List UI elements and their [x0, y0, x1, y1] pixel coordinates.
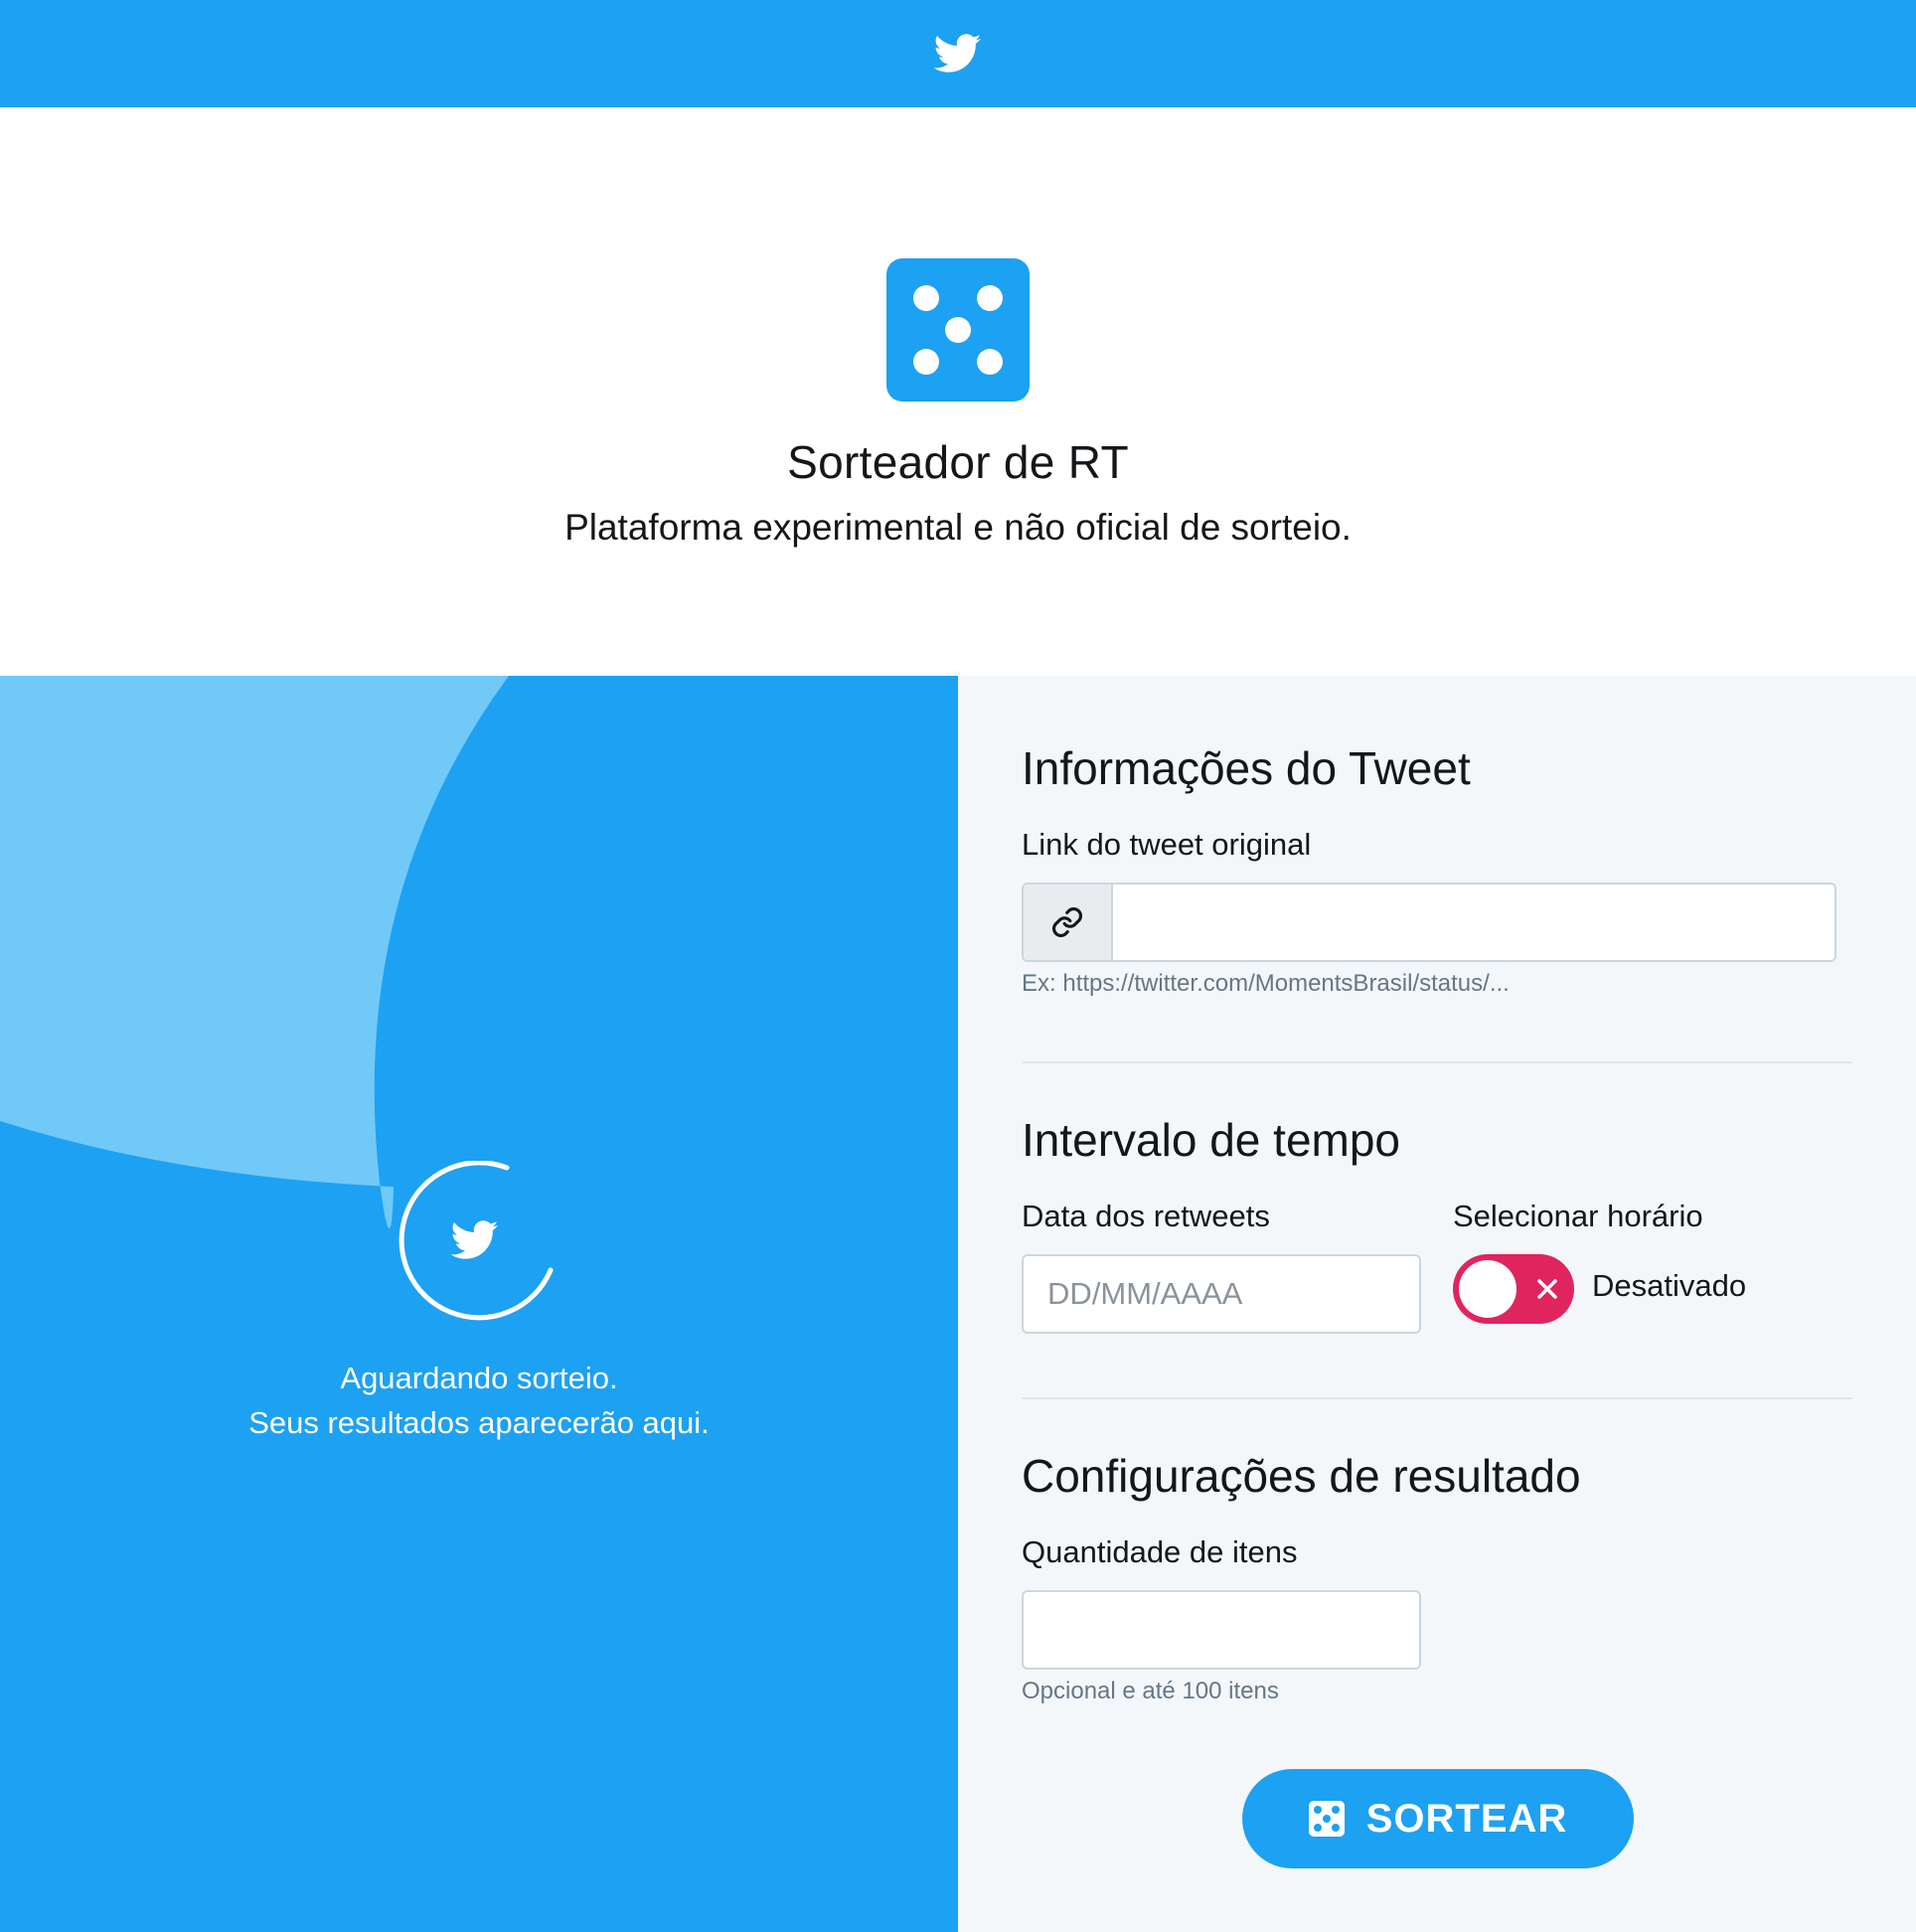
close-icon	[1537, 1279, 1557, 1299]
section-divider	[1022, 1061, 1852, 1063]
top-bar	[0, 0, 1916, 107]
toggle-knob	[1459, 1260, 1517, 1318]
results-panel: Aguardando sorteio. Seus resultados apar…	[0, 676, 958, 1932]
time-toggle-state: Desativado	[1592, 1268, 1747, 1303]
result-section-title: Configurações de resultado	[1022, 1450, 1581, 1502]
waiting-message-line-1: Aguardando sorteio.	[340, 1361, 618, 1395]
dice-five-icon	[886, 258, 1030, 402]
quantity-input[interactable]	[1022, 1590, 1421, 1670]
section-divider	[1022, 1397, 1852, 1399]
date-label: Data dos retweets	[1022, 1199, 1270, 1233]
page-title: Sorteador de RT	[787, 436, 1129, 488]
dice-icon	[1308, 1801, 1345, 1837]
page-subtitle: Plataforma experimental e não oficial de…	[564, 507, 1352, 548]
tweet-section-title: Informações do Tweet	[1022, 742, 1471, 794]
twitter-bird-icon	[934, 34, 982, 73]
tweet-link-input-group	[1022, 883, 1836, 962]
sortear-button[interactable]: SORTEAR	[1242, 1769, 1634, 1868]
link-icon	[1024, 885, 1113, 960]
quantity-label: Quantidade de itens	[1022, 1534, 1298, 1569]
time-toggle-label: Selecionar horário	[1453, 1199, 1703, 1233]
twitter-bird-spinner-icon	[399, 1161, 554, 1321]
time-toggle[interactable]	[1453, 1254, 1574, 1324]
waiting-message: Aguardando sorteio. Seus resultados apar…	[0, 1356, 958, 1445]
quantity-help: Opcional e até 100 itens	[1022, 1678, 1279, 1704]
tweet-link-input[interactable]	[1113, 885, 1835, 960]
sortear-button-label: SORTEAR	[1365, 1796, 1568, 1841]
draw-form: Informações do Tweet Link do tweet origi…	[958, 676, 1916, 1932]
hero-section: Sorteador de RT Plataforma experimental …	[0, 107, 1916, 676]
waiting-message-line-2: Seus resultados aparecerão aqui.	[248, 1405, 710, 1440]
date-input[interactable]	[1022, 1254, 1421, 1334]
time-section-title: Intervalo de tempo	[1022, 1114, 1401, 1166]
tweet-link-label: Link do tweet original	[1022, 827, 1312, 862]
tweet-link-help: Ex: https://twitter.com/MomentsBrasil/st…	[1022, 970, 1510, 997]
